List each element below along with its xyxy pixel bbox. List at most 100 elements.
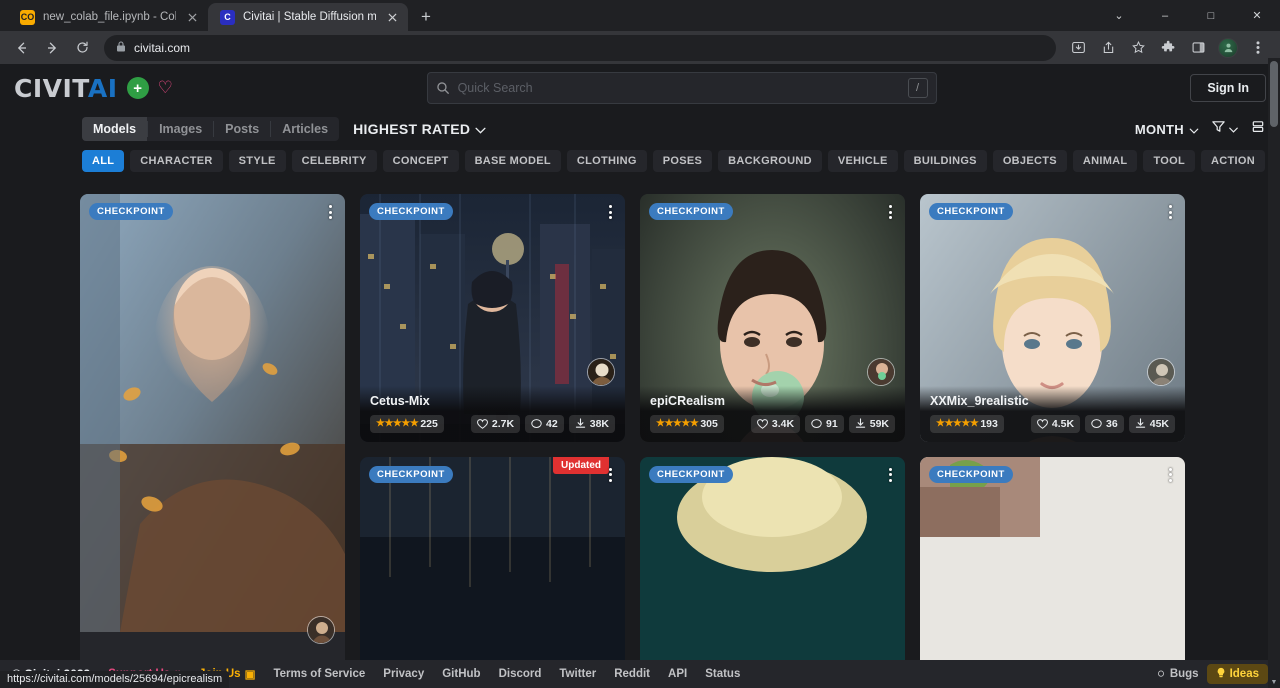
- civitai-logo[interactable]: CIVITAI + ♡: [14, 74, 173, 103]
- create-plus-icon[interactable]: +: [127, 77, 149, 99]
- bookmark-star-icon[interactable]: [1124, 34, 1152, 62]
- page-scrollbar[interactable]: ▲ ▼: [1268, 58, 1280, 688]
- footer-link-api[interactable]: API: [668, 668, 687, 680]
- chip-poses[interactable]: POSES: [653, 150, 712, 172]
- profile-avatar[interactable]: [1214, 34, 1242, 62]
- footer-link-twitter[interactable]: Twitter: [559, 668, 596, 680]
- card-menu-icon[interactable]: [886, 465, 895, 485]
- likes-count: 2.7K: [492, 418, 514, 430]
- tab-strip: CO new_colab_file.ipynb - Colaborat C Ci…: [0, 0, 1280, 31]
- extensions-puzzle-icon[interactable]: [1154, 34, 1182, 62]
- civitai-icon: C: [220, 10, 235, 25]
- tab-title: Civitai | Stable Diffusion models,: [243, 11, 376, 23]
- minimize-button[interactable]: ‒: [1142, 0, 1188, 31]
- footer-link-github[interactable]: GitHub: [442, 668, 480, 680]
- footer-link-discord[interactable]: Discord: [499, 668, 542, 680]
- close-icon[interactable]: [184, 9, 200, 25]
- bugs-button[interactable]: Bugs: [1156, 668, 1199, 681]
- browser-tab-civitai[interactable]: C Civitai | Stable Diffusion models,: [208, 3, 408, 31]
- tab-search-chevron-down-icon[interactable]: ⌄: [1096, 0, 1142, 31]
- lightbulb-icon: [1216, 667, 1226, 681]
- search-area: /: [173, 72, 1191, 104]
- card-menu-icon[interactable]: [886, 202, 895, 222]
- footer-link-privacy[interactable]: Privacy: [383, 668, 424, 680]
- chip-celebrity[interactable]: CELEBRITY: [292, 150, 377, 172]
- card-type-badge: CHECKPOINT: [369, 466, 453, 483]
- download-icon: [1135, 418, 1146, 429]
- creator-avatar[interactable]: [867, 358, 895, 386]
- address-bar[interactable]: civitai.com: [104, 35, 1056, 61]
- engagement-stats: 2.7K 42 38K: [471, 415, 615, 433]
- creator-avatar[interactable]: [587, 358, 615, 386]
- tab-posts[interactable]: Posts: [214, 117, 270, 141]
- model-card-xxmix-9realistic[interactable]: CHECKPOINT XXMix_9realistic ★★★★★ 193: [920, 194, 1185, 442]
- footer-link-terms-of-service[interactable]: Terms of Service: [273, 668, 365, 680]
- install-app-icon[interactable]: [1064, 34, 1092, 62]
- chip-animal[interactable]: ANIMAL: [1073, 150, 1138, 172]
- period-dropdown[interactable]: MONTH: [1135, 122, 1199, 137]
- chip-style[interactable]: STYLE: [229, 150, 286, 172]
- chip-objects[interactable]: OBJECTS: [993, 150, 1067, 172]
- heart-icon[interactable]: ♡: [158, 78, 173, 98]
- chip-character[interactable]: CHARACTER: [130, 150, 222, 172]
- chip-concept[interactable]: CONCEPT: [383, 150, 459, 172]
- model-card-cetus-mix[interactable]: CHECKPOINT Cetus-Mix ★★★★★ 225: [360, 194, 625, 442]
- model-card-row2-2[interactable]: CHECKPOINT: [640, 457, 905, 688]
- creator-avatar[interactable]: [1147, 358, 1175, 386]
- browser-tab-colab[interactable]: CO new_colab_file.ipynb - Colaborat: [8, 3, 208, 31]
- ideas-button[interactable]: Ideas: [1207, 664, 1268, 684]
- quick-search-bar[interactable]: /: [427, 72, 937, 104]
- chip-all[interactable]: ALL: [82, 150, 124, 172]
- card-footer: XXMix_9realistic ★★★★★ 193 4.5K: [920, 386, 1185, 442]
- model-card-dreamshaper[interactable]: CHECKPOINT DreamShaper: [80, 194, 345, 688]
- card-footer: Cetus-Mix ★★★★★ 225 2.7K: [360, 386, 625, 442]
- tab-images[interactable]: Images: [148, 117, 213, 141]
- model-card-epicrealism[interactable]: CHECKPOINT epiCRealism ★★★★★ 305: [640, 194, 905, 442]
- layout-toggle-button[interactable]: [1250, 119, 1266, 139]
- chip-buildings[interactable]: BUILDINGS: [904, 150, 987, 172]
- category-chip-row: ALL CHARACTER STYLE CELEBRITY CONCEPT BA…: [0, 146, 1280, 178]
- footer-link-status[interactable]: Status: [705, 668, 740, 680]
- tab-models[interactable]: Models: [82, 117, 147, 141]
- scrollbar-thumb[interactable]: [1270, 61, 1278, 127]
- nav-right-controls: MONTH: [1135, 119, 1266, 139]
- sort-dropdown[interactable]: HIGHEST RATED: [353, 121, 486, 137]
- card-menu-icon[interactable]: [606, 465, 615, 485]
- content-type-segmented-control: Models Images Posts Articles: [82, 117, 339, 141]
- chip-action[interactable]: ACTION: [1201, 150, 1265, 172]
- creator-avatar[interactable]: [307, 616, 335, 644]
- card-image: [360, 457, 625, 688]
- model-card-row2-3[interactable]: CHECKPOINT: [920, 457, 1185, 688]
- reload-icon[interactable]: [68, 34, 96, 62]
- chip-tool[interactable]: TOOL: [1143, 150, 1195, 172]
- chip-base-model[interactable]: BASE MODEL: [465, 150, 561, 172]
- heart-icon: [1037, 419, 1048, 429]
- filter-button[interactable]: [1211, 119, 1238, 139]
- side-panel-icon[interactable]: [1184, 34, 1212, 62]
- model-card-grid: CHECKPOINT DreamShaper: [80, 194, 1190, 688]
- window-close-button[interactable]: ✕: [1234, 0, 1280, 31]
- card-menu-icon[interactable]: [606, 202, 615, 222]
- browser-toolbar: civitai.com: [0, 31, 1280, 64]
- card-menu-icon[interactable]: [1166, 202, 1175, 222]
- close-icon[interactable]: [384, 9, 400, 25]
- card-type-badge: CHECKPOINT: [929, 203, 1013, 220]
- chip-clothing[interactable]: CLOTHING: [567, 150, 647, 172]
- chevron-down-icon: [1189, 122, 1199, 137]
- chip-background[interactable]: BACKGROUND: [718, 150, 822, 172]
- card-image: [80, 194, 345, 688]
- footer-link-reddit[interactable]: Reddit: [614, 668, 650, 680]
- card-menu-icon[interactable]: [1166, 465, 1175, 485]
- tab-articles[interactable]: Articles: [271, 117, 339, 141]
- card-menu-icon[interactable]: [326, 202, 335, 222]
- maximize-button[interactable]: □: [1188, 0, 1234, 31]
- search-input[interactable]: [458, 81, 900, 95]
- sign-in-button[interactable]: Sign In: [1190, 74, 1266, 102]
- chip-vehicle[interactable]: VEHICLE: [828, 150, 898, 172]
- forward-icon[interactable]: [38, 34, 66, 62]
- model-card-row2-1[interactable]: Updated CHECKPOINT: [360, 457, 625, 688]
- new-tab-button[interactable]: +: [412, 3, 440, 31]
- scroll-down-icon[interactable]: ▼: [1268, 676, 1280, 688]
- share-icon[interactable]: [1094, 34, 1122, 62]
- back-icon[interactable]: [8, 34, 36, 62]
